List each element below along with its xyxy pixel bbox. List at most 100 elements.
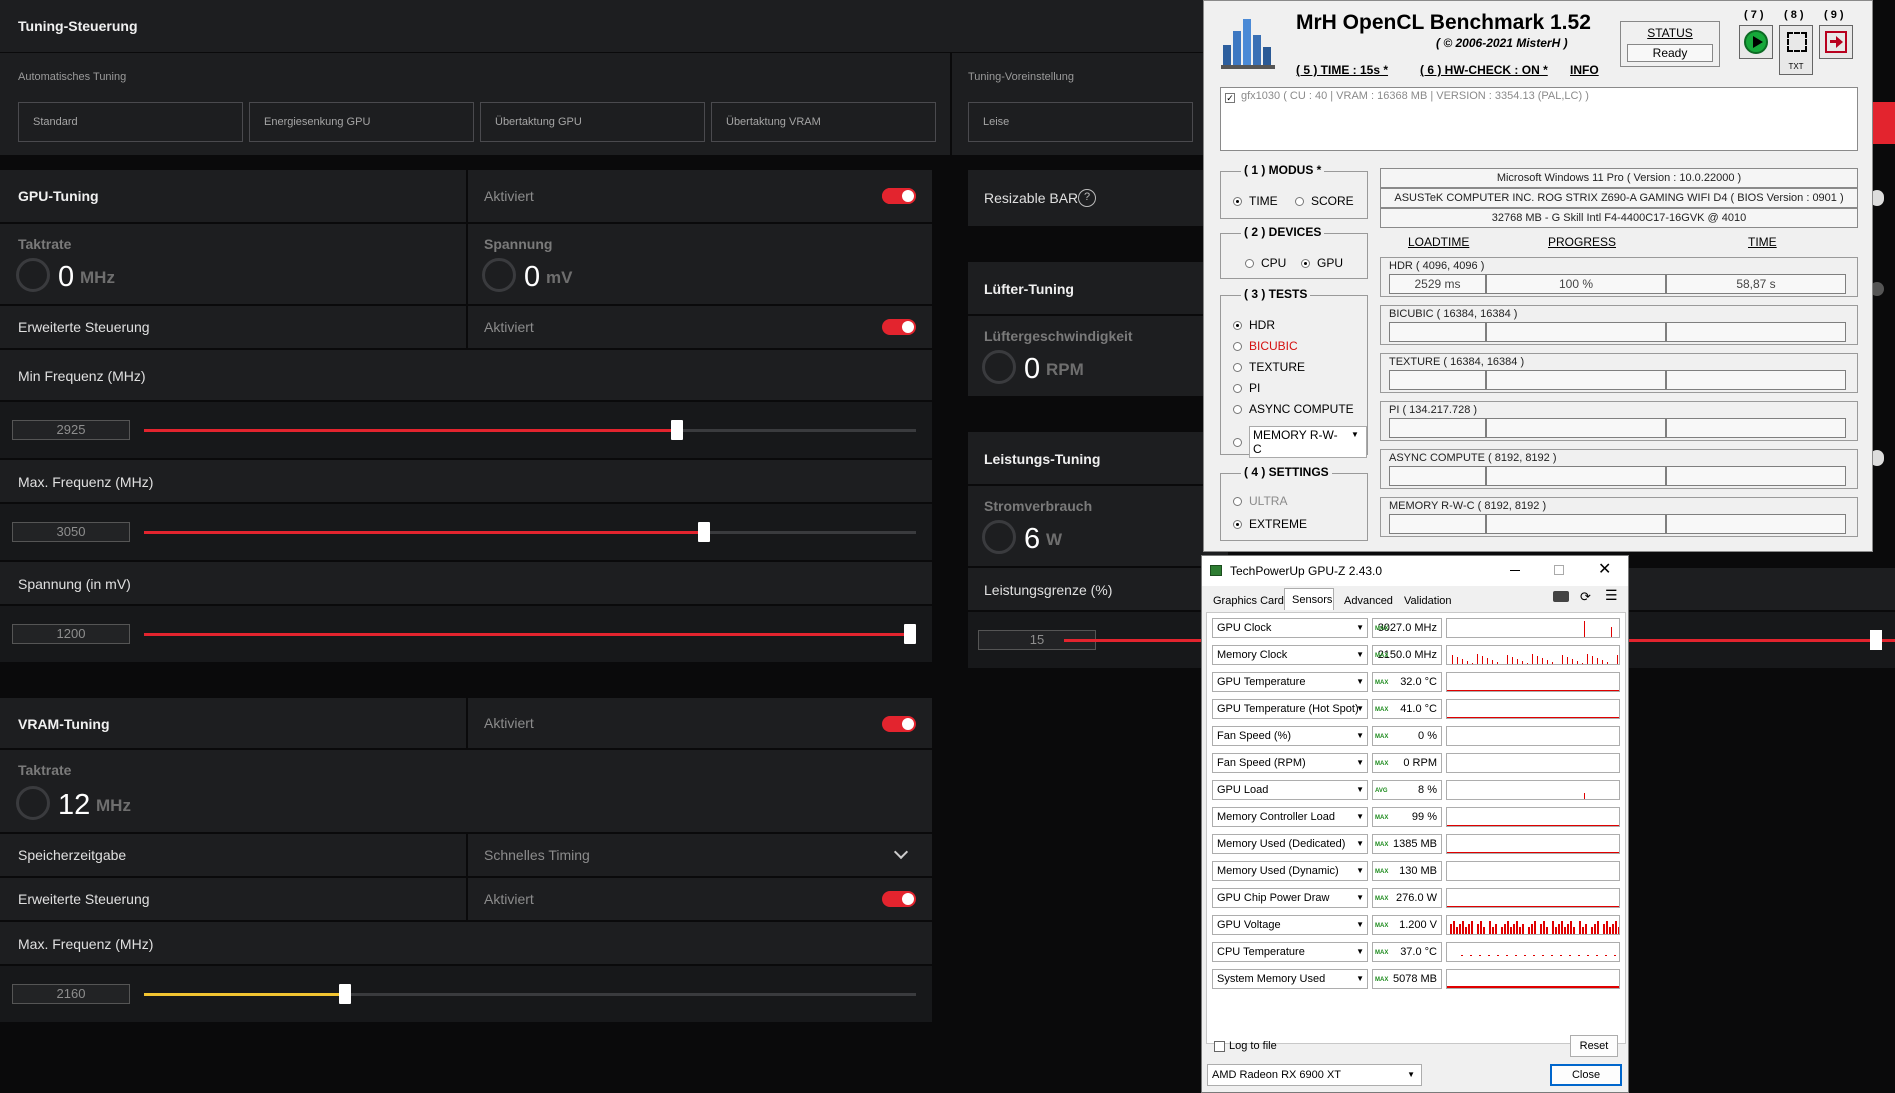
tab-sensors[interactable]: Sensors: [1292, 594, 1332, 606]
test-hdr-radio[interactable]: HDR: [1233, 318, 1275, 332]
sensor-name-select[interactable]: GPU Temperature (Hot Spot) ▼: [1212, 699, 1368, 719]
sensor-name-select[interactable]: GPU Voltage ▼: [1212, 915, 1368, 935]
test-loadtime: [1389, 466, 1486, 486]
gpu-minfreq-thumb[interactable]: [671, 420, 683, 440]
sensor-name-select[interactable]: Memory Used (Dynamic) ▼: [1212, 861, 1368, 881]
help-icon[interactable]: ?: [1078, 189, 1096, 207]
close-icon[interactable]: ✕: [1598, 559, 1611, 579]
modus-group: ( 1 ) MODUS * TIME SCORE: [1220, 163, 1368, 219]
memory-dropdown-icon[interactable]: ▼: [1351, 430, 1359, 439]
test-async-radio[interactable]: ASYNC COMPUTE: [1233, 402, 1354, 416]
gpu-voltage-track[interactable]: [144, 624, 916, 644]
tab-advanced[interactable]: Advanced: [1344, 595, 1393, 607]
exit-button[interactable]: [1819, 25, 1853, 59]
modus-time-radio[interactable]: TIME: [1233, 194, 1278, 208]
sensor-name-select[interactable]: System Memory Used ▼: [1212, 969, 1368, 989]
test-memory-radio[interactable]: MEMORY R-W-C: [1233, 426, 1367, 458]
sensor-name-select[interactable]: Memory Controller Load ▼: [1212, 807, 1368, 827]
sensor-name-select[interactable]: Fan Speed (%) ▼: [1212, 726, 1368, 746]
gpu-tuning-toggle-2[interactable]: [882, 188, 916, 204]
sensor-graph-svg: [1447, 727, 1620, 746]
col-time: TIME: [1748, 235, 1777, 249]
gpu-select[interactable]: AMD Radeon RX 6900 XT ▼: [1207, 1064, 1422, 1086]
vram-clock-unit: MHz: [96, 796, 131, 815]
vram-timing-select[interactable]: Schnelles Timing: [484, 847, 590, 863]
test-progress: [1486, 514, 1666, 534]
tab-validation[interactable]: Validation: [1404, 595, 1452, 607]
vram-maxfreq-track[interactable]: [144, 984, 916, 1004]
refresh-icon[interactable]: ⟳: [1580, 589, 1591, 605]
screenshot-button[interactable]: TXT: [1779, 25, 1813, 75]
vram-maxfreq-value[interactable]: 2160: [12, 984, 130, 1004]
sensor-graph-svg: [1447, 754, 1620, 773]
sensor-value-text: 5078 MB: [1392, 973, 1437, 985]
sensor-tag: MAX: [1375, 761, 1389, 767]
chevron-down-icon[interactable]: [893, 844, 909, 860]
devices-gpu-radio[interactable]: GPU: [1301, 256, 1343, 270]
log-checkbox[interactable]: [1214, 1041, 1225, 1052]
hwcheck-link[interactable]: ( 6 ) HW-CHECK : ON *: [1420, 63, 1548, 77]
sensor-name-select[interactable]: GPU Temperature ▼: [1212, 672, 1368, 692]
test-pi-radio[interactable]: PI: [1233, 381, 1260, 395]
gpu-maxfreq-thumb[interactable]: [698, 522, 710, 542]
sensor-name: Memory Controller Load: [1217, 811, 1335, 823]
gpu-clock-unit: MHz: [80, 268, 115, 287]
menu-icon[interactable]: ☰: [1605, 587, 1618, 604]
device-checkbox[interactable]: ✓: [1225, 93, 1235, 103]
tab-graphics-card[interactable]: Graphics Card: [1213, 595, 1284, 607]
camera-icon[interactable]: [1553, 591, 1569, 602]
close-button[interactable]: Close: [1550, 1064, 1622, 1086]
sensor-name-select[interactable]: Memory Used (Dedicated) ▼: [1212, 834, 1368, 854]
auto-btn-oc-gpu[interactable]: Übertaktung GPU: [480, 102, 705, 142]
preset-btn-quiet[interactable]: Leise: [968, 102, 1193, 142]
gpu-voltage-slider-value[interactable]: 1200: [12, 624, 130, 644]
sensor-graph: [1446, 915, 1620, 935]
auto-btn-power-save[interactable]: Energiesenkung GPU: [249, 102, 474, 142]
auto-btn-standard[interactable]: Standard: [18, 102, 243, 142]
reset-button[interactable]: Reset: [1570, 1035, 1618, 1057]
test-row-memory: MEMORY R-W-C ( 8192, 8192 ): [1380, 497, 1858, 537]
sensor-name-select[interactable]: GPU Load ▼: [1212, 780, 1368, 800]
auto-btn-oc-vram[interactable]: Übertaktung VRAM: [711, 102, 936, 142]
sensor-graph-svg: [1447, 862, 1620, 881]
sensor-name-select[interactable]: CPU Temperature ▼: [1212, 942, 1368, 962]
settings-ultra-radio[interactable]: ULTRA: [1233, 494, 1287, 508]
info-link[interactable]: INFO: [1570, 63, 1599, 77]
power-consumption-label: Stromverbrauch: [984, 498, 1093, 514]
device-list[interactable]: ✓ gfx1030 ( CU : 40 | VRAM : 16368 MB | …: [1220, 87, 1858, 151]
opencl-copyright: ( © 2006-2021 MisterH ): [1436, 36, 1568, 50]
test-bicubic-radio[interactable]: BICUBIC: [1233, 339, 1298, 353]
status-value: Ready: [1627, 44, 1713, 62]
vram-advanced-toggle[interactable]: [882, 891, 916, 907]
gpu-minfreq-track[interactable]: [144, 420, 916, 440]
sensor-graph-svg: [1447, 825, 1619, 826]
time-setting-link[interactable]: ( 5 ) TIME : 15s *: [1296, 63, 1388, 77]
vram-tuning-header: VRAM-Tuning Aktiviert: [0, 698, 932, 748]
test-texture-radio[interactable]: TEXTURE: [1233, 360, 1305, 374]
test-row-name: HDR ( 4096, 4096 ): [1389, 260, 1485, 272]
sensor-row: GPU Voltage ▼ MAX 1.200 V: [1212, 915, 1620, 937]
tuning-title: Tuning-Steuerung: [18, 18, 138, 34]
settings-extreme-radio[interactable]: EXTREME: [1233, 517, 1307, 531]
sensor-name-select[interactable]: Memory Clock ▼: [1212, 645, 1368, 665]
gpu-advanced-toggle[interactable]: [882, 319, 916, 335]
gpu-maxfreq-value[interactable]: 3050: [12, 522, 130, 542]
play-button[interactable]: [1739, 25, 1773, 59]
vram-tuning-toggle[interactable]: [882, 716, 916, 732]
gpu-voltage-thumb[interactable]: [904, 624, 916, 644]
power-limit-thumb[interactable]: [1870, 630, 1882, 650]
sensor-value: MAX 0 RPM: [1372, 753, 1442, 773]
minimize-icon[interactable]: [1510, 570, 1520, 571]
sensor-name-select[interactable]: GPU Chip Power Draw ▼: [1212, 888, 1368, 908]
log-label: Log to file: [1229, 1040, 1277, 1052]
vram-advanced-status: Aktiviert: [484, 891, 534, 907]
sensor-name-select[interactable]: Fan Speed (RPM) ▼: [1212, 753, 1368, 773]
gpu-minfreq-value[interactable]: 2925: [12, 420, 130, 440]
sensor-name-select[interactable]: GPU Clock ▼: [1212, 618, 1368, 638]
devices-cpu-radio[interactable]: CPU: [1245, 256, 1286, 270]
modus-score-radio[interactable]: SCORE: [1295, 194, 1354, 208]
gpu-maxfreq-track[interactable]: [144, 522, 916, 542]
chevron-down-icon: ▼: [1356, 650, 1364, 659]
vram-maxfreq-thumb[interactable]: [339, 984, 351, 1004]
sensor-tag: MAX: [1375, 626, 1389, 632]
